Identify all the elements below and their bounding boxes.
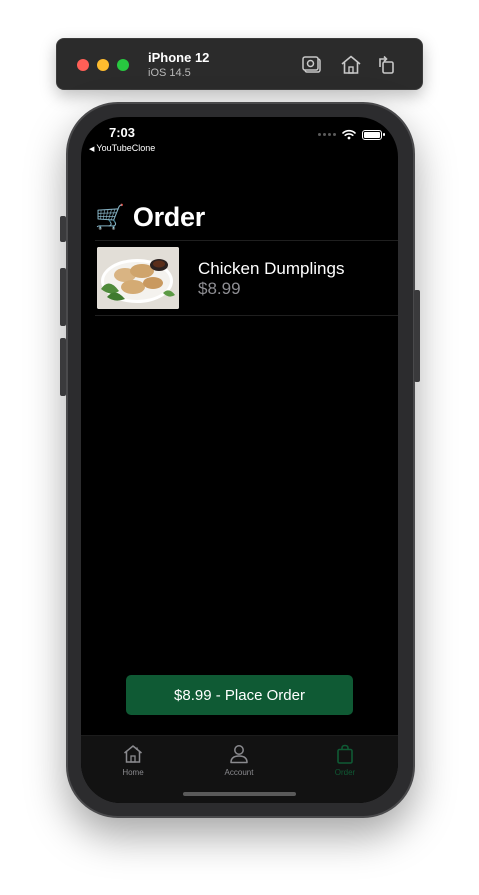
tab-home[interactable]: Home [93, 743, 173, 777]
page-title: 🛒 Order [95, 202, 205, 233]
cellular-icon [318, 133, 336, 136]
page-title-text: Order [132, 202, 205, 232]
status-icons [318, 129, 385, 140]
tab-label: Account [224, 768, 254, 777]
tab-order[interactable]: Order [305, 743, 385, 777]
phone-screen: 7:03 ◀ YouTubeClone 🛒 Order Chicken Dump… [81, 117, 398, 803]
mute-switch [60, 216, 66, 242]
place-order-button[interactable]: $8.99 - Place Order [126, 675, 353, 715]
back-app-label: YouTubeClone [96, 143, 156, 153]
simulator-toolbar: iPhone 12 iOS 14.5 [56, 38, 423, 90]
cart-icon: 🛒 [95, 203, 125, 231]
power-button [414, 290, 420, 382]
camera-icon [302, 56, 321, 73]
battery-icon [362, 129, 385, 140]
volume-up-button [60, 268, 66, 326]
volume-down-button [60, 338, 66, 396]
tab-account[interactable]: Account [199, 743, 279, 777]
simulator-device-name: iPhone 12 [148, 50, 210, 65]
close-window-button[interactable] [77, 59, 89, 71]
zoom-window-button[interactable] [117, 59, 129, 71]
rotate-icon [379, 55, 394, 74]
screenshot-button[interactable] [300, 53, 324, 77]
person-icon [230, 745, 248, 764]
dumplings-photo [97, 247, 179, 309]
home-button[interactable] [339, 53, 363, 77]
simulator-os-version: iOS 14.5 [148, 67, 191, 79]
back-to-app-link[interactable]: ◀ YouTubeClone [89, 143, 155, 153]
wifi-icon [342, 129, 356, 140]
house-icon [124, 745, 142, 763]
list-divider [95, 315, 398, 316]
list-divider [95, 240, 398, 241]
status-time: 7:03 [109, 125, 136, 140]
minimize-window-button[interactable] [97, 59, 109, 71]
order-item-row[interactable]: Chicken Dumplings $8.99 [97, 247, 398, 309]
tab-label: Order [334, 768, 356, 777]
house-icon [341, 55, 361, 74]
rotate-button[interactable] [375, 53, 399, 77]
tab-label: Home [122, 768, 144, 777]
bag-icon [337, 744, 353, 764]
back-triangle-icon: ◀ [89, 146, 95, 153]
item-name: Chicken Dumplings [198, 259, 345, 278]
item-price: $8.99 [198, 279, 241, 298]
home-indicator[interactable] [183, 792, 296, 796]
